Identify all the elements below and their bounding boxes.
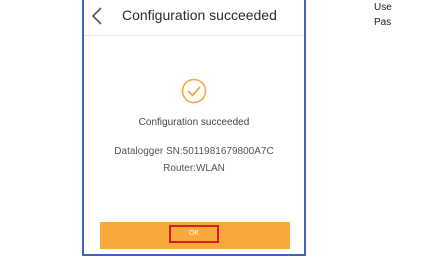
datalogger-sn: Datalogger SN:5011981679800A7C [114,146,274,157]
back-button[interactable] [88,5,108,27]
chevron-left-icon [91,7,102,25]
ok-button-label: OK [188,230,200,237]
ok-highlight-box: OK [169,225,219,243]
page-title: Configuration succeeded [122,7,277,23]
ok-button[interactable]: OK [100,222,290,249]
screenshot-canvas: Configuration succeeded Configuration su… [0,0,425,259]
password-label: Pas [374,17,392,28]
app-header: Configuration succeeded [84,0,304,36]
user-label: Use [374,2,392,13]
check-circle-icon [181,78,207,104]
phone-screen: Configuration succeeded Configuration su… [82,0,306,256]
router-info: Router:WLAN [163,163,225,174]
status-message: Configuration succeeded [138,117,250,128]
